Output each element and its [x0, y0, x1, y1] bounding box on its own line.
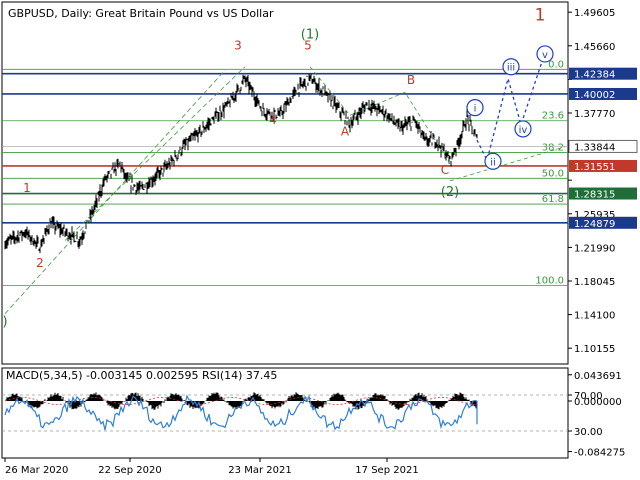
indicator-axis-label: 0.043691 — [574, 371, 622, 382]
fib-level-label: 50.0 — [542, 168, 564, 179]
wave-label: (2) — [441, 185, 459, 200]
price-level-label: 1.28315 — [574, 190, 615, 201]
fib-level-label: 100.0 — [535, 276, 564, 287]
wave-label: C — [441, 163, 449, 177]
price-level-label: 1.31551 — [574, 162, 615, 173]
wave-label: 2 — [36, 256, 44, 270]
y-tick-label: 1.49605 — [574, 8, 615, 19]
x-tick-label: 22 Sep 2020 — [98, 465, 161, 476]
indicator-axis-label: 30.00 — [574, 427, 603, 438]
price-level-label: 1.24879 — [574, 219, 615, 230]
main-pane-frame — [1, 1, 569, 365]
price-bars — [4, 73, 478, 254]
trend-channel-line — [4, 69, 226, 315]
y-tick-label: 1.37770 — [574, 109, 615, 120]
plot-layer: 1.496051.456601.377701.259351.219901.180… — [1, 1, 638, 476]
indicator-axis-label: 0.000000 — [574, 397, 622, 408]
correction-path — [309, 66, 451, 165]
indicator-axis-label: -0.084275 — [574, 448, 625, 459]
y-tick-label: 1.10155 — [574, 344, 615, 355]
forecast-wave-label: i — [474, 104, 477, 115]
wave-label: A — [341, 125, 350, 139]
wave-label: 4 — [269, 113, 277, 127]
forecast-wave-label: iii — [507, 63, 515, 74]
fib-level-label: 23.6 — [542, 111, 564, 122]
y-tick-label: 1.21990 — [574, 243, 615, 254]
y-tick-label: 1.18045 — [574, 277, 615, 288]
price-level-label: 1.40002 — [574, 90, 615, 101]
forecast-wave-label: v — [542, 50, 548, 61]
wave-label: 1 — [23, 181, 31, 195]
fib-level-label: 0.0 — [548, 59, 564, 70]
forecast-path — [476, 61, 543, 163]
y-tick-label: 1.14100 — [574, 311, 615, 322]
wave-label: 1 — [535, 6, 546, 26]
wave-label: 3 — [234, 39, 242, 53]
forecast-wave-label: ii — [490, 157, 496, 168]
fib-level-label: 61.8 — [542, 194, 564, 205]
wave-label: (1) — [301, 28, 319, 43]
current-price-label: 1.33844 — [574, 142, 615, 153]
x-tick-label: 26 Mar 2020 — [5, 465, 68, 476]
indicator-label: MACD(5,34,5) -0.003145 0.002595 RSI(14) … — [6, 369, 277, 382]
gbpusd-chart: 1.496051.456601.377701.259351.219901.180… — [1, 1, 638, 476]
trend-channel-line — [64, 66, 246, 241]
x-tick-label: 17 Sep 2021 — [355, 465, 418, 476]
wave-label: ) — [2, 315, 7, 330]
price-level-label: 1.42384 — [574, 70, 615, 81]
y-tick-label: 1.45660 — [574, 42, 615, 53]
wave-label: B — [407, 73, 415, 87]
x-tick-label: 23 Mar 2021 — [228, 465, 291, 476]
forecast-wave-label: iv — [519, 125, 528, 136]
chart-title: GBPUSD, Daily: Great Britain Pound vs US… — [8, 7, 274, 20]
